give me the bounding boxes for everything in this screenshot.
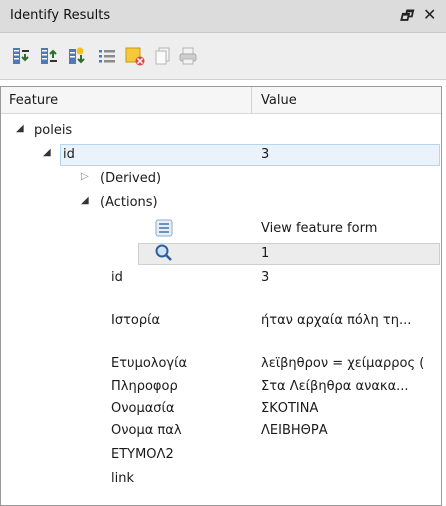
attribute-value: ΛΕΙΒΗΘΡΑ [261,423,328,438]
attribute-name: id [111,270,123,285]
attribute-name: ΕΤΥΜΟΛ2 [111,447,174,462]
tree-row-action-zoom[interactable]: 1 [1,243,441,265]
identify-results-panel: Identify Results 🗗 ✕ Feature Value ◢ pol… [0,0,446,506]
collapse-arrow-icon[interactable]: ◢ [43,147,51,158]
open-form-icon[interactable] [97,46,117,66]
panel-title: Identify Results [10,8,111,23]
value-column-header[interactable]: Value [261,93,297,108]
zoom-action-value[interactable]: 1 [261,246,269,261]
feature-column-header[interactable]: Feature [9,93,58,108]
panel-titlebar: Identify Results 🗗 ✕ [0,0,446,33]
layer-label: poleis [34,123,73,138]
attribute-value: 3 [261,270,270,285]
feature-id-label: id [63,147,75,162]
attribute-name: Ετυμολογία [111,356,188,371]
attribute-row[interactable]: ΕΤΥΜΟΛ2 [1,444,441,466]
attribute-value: ήταν αρχαία πόλη τη... [261,313,412,328]
feature-form-icon [155,219,173,237]
copy-feature-icon[interactable] [153,46,173,66]
attribute-row[interactable]: Ιστορία ήταν αρχαία πόλη τη... [1,310,441,332]
tree-row-derived[interactable]: ▷ (Derived) [1,168,441,190]
actions-label: (Actions) [100,195,158,210]
attribute-name: Ονομασία [111,401,175,416]
zoom-icon [155,244,173,262]
attribute-name: Ονομα παλ [111,423,182,438]
identify-toolbar [0,33,446,80]
attribute-value: Στα Λείβηθρα ανακα... [261,379,409,394]
feature-id-value: 3 [261,147,270,162]
attribute-name: link [111,471,134,486]
expand-tree-icon[interactable] [11,46,31,66]
tree-header: Feature Value [1,87,441,114]
collapse-tree-icon[interactable] [39,46,59,66]
attribute-value: ΣΚΟΤΙΝΑ [261,401,319,416]
tree-row-actions[interactable]: ◢ (Actions) [1,192,441,214]
attribute-row[interactable]: id 3 [1,267,441,289]
tree-row-action-form[interactable]: View feature form [1,218,441,240]
attribute-value: λεϊβηθρον = χείμαρρος ( [261,356,425,371]
attribute-row[interactable]: Ετυμολογία λεϊβηθρον = χείμαρρος ( [1,353,441,375]
attribute-row[interactable]: Πληροφορ Στα Λείβηθρα ανακα... [1,376,441,398]
collapse-arrow-icon[interactable]: ◢ [81,195,89,206]
results-tree[interactable]: Feature Value ◢ poleis ◢ id 3 ▷ (Derived… [0,86,442,506]
attribute-row[interactable]: Ονομα παλ ΛΕΙΒΗΘΡΑ [1,420,441,442]
print-icon[interactable] [178,46,198,66]
column-separator[interactable] [251,87,252,113]
tree-row-layer[interactable]: ◢ poleis [1,120,441,142]
float-panel-icon[interactable]: 🗗 [400,7,412,29]
attribute-row[interactable]: Ονομασία ΣΚΟΤΙΝΑ [1,398,441,420]
attribute-name: Πληροφορ [111,379,178,394]
view-feature-form-action[interactable]: View feature form [261,221,377,236]
tree-row-feature-id[interactable]: ◢ id 3 [1,144,441,166]
clear-results-icon[interactable] [125,46,145,66]
close-panel-icon[interactable]: ✕ [423,5,436,24]
collapse-arrow-icon[interactable]: ◢ [16,123,24,134]
derived-label: (Derived) [100,171,162,186]
expand-new-results-icon[interactable] [67,46,87,66]
attribute-row[interactable]: link [1,468,441,490]
attribute-name: Ιστορία [111,313,161,328]
expand-arrow-icon[interactable]: ▷ [81,171,89,182]
